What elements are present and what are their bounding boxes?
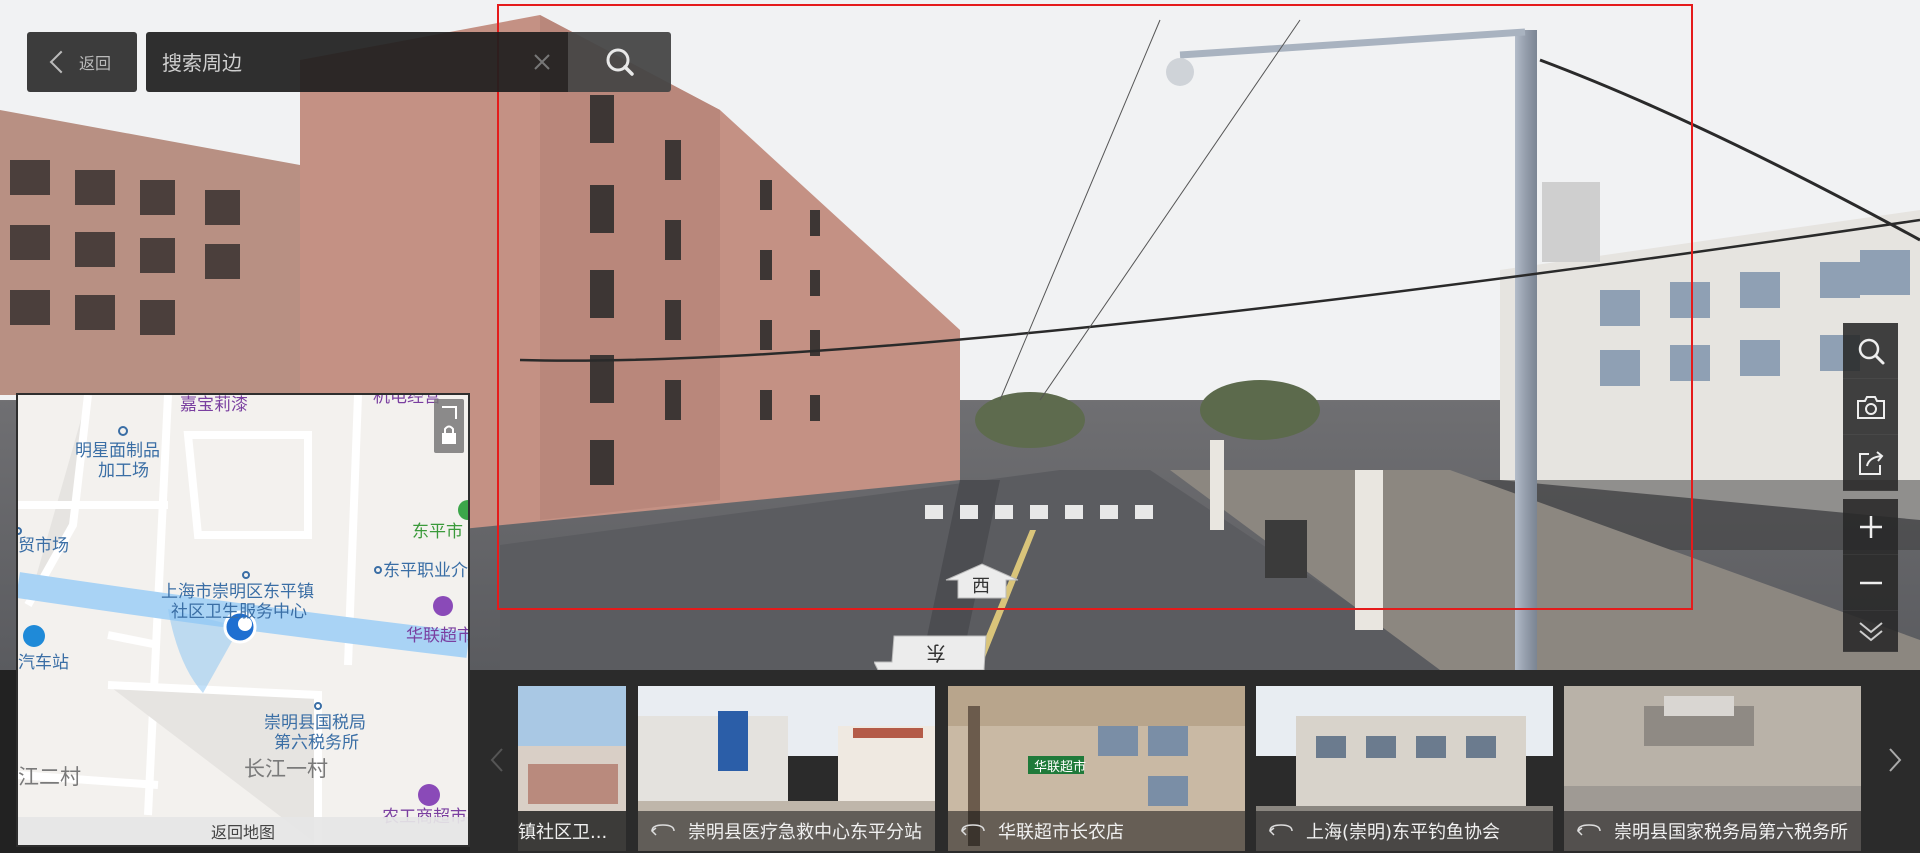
minimap[interactable]: 嘉宝莉漆 机电经营 明星面制品 加工场 贸市场 东平市 东平职业介 上海市崇明区…: [16, 393, 470, 847]
chevron-left-icon: [490, 748, 503, 772]
chevron-left-icon: [49, 50, 73, 74]
thumbnail-caption-text: 华联超市长农店: [998, 822, 1124, 843]
thumbnail-card[interactable]: 崇明县医疗急救中心东平分站: [638, 686, 935, 851]
chevron-right-icon: [1889, 748, 1902, 772]
zoom-out-icon: [1859, 581, 1882, 584]
back-button[interactable]: 返回: [27, 32, 137, 92]
search-button[interactable]: [568, 32, 671, 92]
map-label-shuiwusuo: 第六税务所: [274, 733, 359, 753]
thumbnail-caption: 华联超市长农店: [948, 811, 1245, 851]
thumbnail-caption-text: 上海(崇明)东平钓鱼协会: [1306, 822, 1501, 843]
return-to-map-label: 返回地图: [210, 823, 275, 842]
map-label-zhiye: 东平职业介: [383, 561, 468, 581]
zoom-in-button[interactable]: [1843, 499, 1898, 555]
camera-icon: [1856, 395, 1885, 419]
store-sign: 华联超市: [1034, 760, 1087, 775]
search-icon: [606, 48, 634, 76]
right-toolbar: [1843, 323, 1898, 652]
arrow-west[interactable]: 西: [936, 562, 1028, 600]
arrow-east-label: 东: [926, 641, 946, 665]
screenshot-button[interactable]: [1843, 379, 1898, 435]
search-icon: [1858, 338, 1884, 364]
street-view-app: 西 东 返回 搜索周边 嘉宝莉漆 机电经营 明星面制品 加工场 贸市场 东平市 …: [0, 0, 1920, 853]
lock-icon: [442, 406, 457, 444]
search-box: [146, 32, 568, 94]
thumbnail-caption: 上海(崇明)东平钓鱼协会: [1256, 811, 1553, 851]
panorama-icon: [960, 824, 985, 836]
map-label-jiang-ercun: 江二村: [18, 765, 81, 789]
thumbnail-card[interactable]: 上海(崇明)东平钓鱼协会: [1256, 686, 1553, 851]
map-label-jidian: 机电经营: [373, 393, 441, 407]
thumbnail-caption: 镇社区卫...: [518, 811, 626, 851]
panorama-icon: [1268, 824, 1293, 836]
map-label-jiagong: 加工场: [98, 461, 149, 481]
share-icon: [1858, 450, 1883, 475]
return-to-map-button[interactable]: 返回地图: [18, 817, 468, 845]
thumbnail-caption: 崇明县医疗急救中心东平分站: [638, 811, 935, 851]
panorama-icon: [650, 824, 675, 836]
map-label-dongpingshi: 东平市: [412, 522, 463, 542]
map-label-jiabao: 嘉宝莉漆: [180, 395, 248, 415]
search-input[interactable]: [160, 32, 504, 94]
thumbnail-card[interactable]: 华联超市 华联超市长农店: [948, 686, 1245, 851]
thumbnail-caption-text: 崇明县国家税务局第六税务所: [1614, 822, 1848, 843]
zoom-in-icon: [1859, 515, 1882, 538]
strip-next-button[interactable]: [1882, 740, 1908, 780]
map-label-clinic-line1: 上海市崇明区东平镇: [161, 582, 314, 602]
thumbnail-caption-text: 镇社区卫...: [518, 822, 608, 843]
map-label-maoshichang: 贸市场: [18, 536, 69, 556]
thumbnail-caption: 崇明县国家税务局第六税务所: [1564, 811, 1861, 851]
thumbnail-caption-text: 崇明县医疗急救中心东平分站: [688, 822, 922, 843]
map-lock-button[interactable]: [434, 399, 464, 453]
share-button[interactable]: [1843, 435, 1898, 491]
thumbnail-card[interactable]: 镇社区卫...: [518, 686, 626, 851]
close-icon[interactable]: [530, 50, 554, 74]
map-label-guoshuiju: 崇明县国税局: [264, 713, 366, 733]
double-chevron-down-icon: [1858, 622, 1883, 642]
panorama-icon: [1576, 824, 1601, 836]
arrow-east[interactable]: 东: [874, 634, 994, 670]
map-label-changjiang-yicun: 长江一村: [244, 757, 328, 781]
map-label-qichezhan: 汽车站: [18, 653, 69, 673]
collapse-button[interactable]: [1843, 611, 1898, 652]
arrow-west-label: 西: [972, 576, 990, 597]
thumbnail-card[interactable]: 崇明县国家税务局第六税务所: [1564, 686, 1861, 851]
search-tool-button[interactable]: [1843, 323, 1898, 379]
back-label: 返回: [78, 54, 111, 73]
nearby-filmstrip: 镇社区卫... 崇明县医疗急救中心东平分站 华联超市 华联超市长农店 上海(崇明…: [470, 670, 1920, 853]
map-label-mingxing: 明星面制品: [75, 441, 160, 461]
map-label-hualian: 华联超市: [406, 626, 470, 646]
map-label-clinic-line2: 社区卫生服务中心: [171, 602, 307, 622]
zoom-out-button[interactable]: [1843, 555, 1898, 611]
strip-prev-button[interactable]: [484, 740, 510, 780]
